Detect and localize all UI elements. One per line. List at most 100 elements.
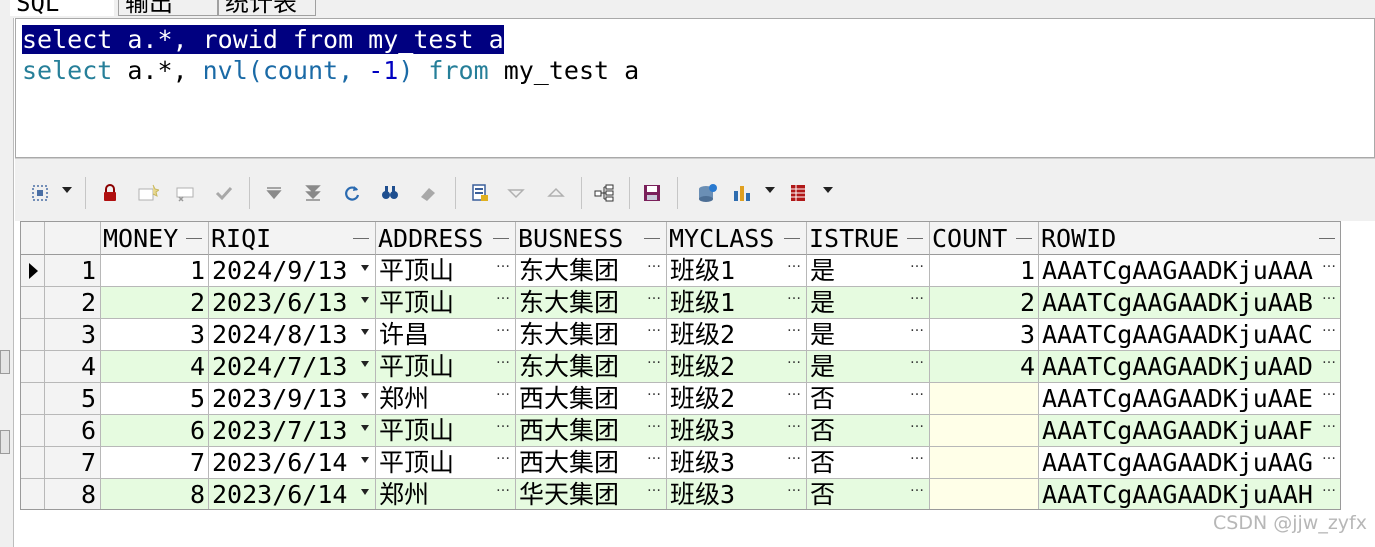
- table-row[interactable]: 6 6 2023/7/13 平顶山… 西大集团… 班级3… 否… AAATCgAAGAADKj…: [21, 415, 1340, 447]
- cell-istrue[interactable]: 否…: [807, 415, 930, 447]
- ellipsis-edit-icon[interactable]: …: [787, 383, 801, 407]
- dropdown-arrow-icon[interactable]: [361, 361, 369, 367]
- ellipsis-edit-icon[interactable]: …: [1322, 383, 1336, 407]
- cell-money[interactable]: 5: [101, 383, 209, 415]
- cell-riqi[interactable]: 2023/7/13: [209, 415, 376, 447]
- splitter-handle[interactable]: [0, 350, 10, 374]
- column-header-address[interactable]: ADDRESS: [376, 222, 516, 255]
- sql-line-2[interactable]: select a.*, nvl(count, -1) from my_test …: [22, 56, 639, 86]
- row-number[interactable]: 2: [45, 287, 101, 319]
- row-indicator[interactable]: [21, 351, 45, 383]
- tab-output[interactable]: 输出: [118, 0, 218, 16]
- cell-rowid[interactable]: AAATCgAAGAADKjuAAG…: [1039, 447, 1340, 479]
- ellipsis-edit-icon[interactable]: …: [1322, 255, 1336, 279]
- cell-count[interactable]: [930, 383, 1039, 415]
- cell-rowid[interactable]: AAATCgAAGAADKjuAAB…: [1039, 287, 1340, 319]
- ellipsis-edit-icon[interactable]: …: [910, 479, 924, 503]
- ellipsis-edit-icon[interactable]: …: [647, 351, 661, 375]
- cell-address[interactable]: 郑州…: [376, 479, 516, 509]
- ellipsis-edit-icon[interactable]: …: [1322, 479, 1336, 503]
- ellipsis-edit-icon[interactable]: …: [1322, 351, 1336, 375]
- results-grid[interactable]: MONEY RIQI ADDRESS BUSNESS MYCLASS ISTRU…: [20, 221, 1341, 510]
- row-number[interactable]: 6: [45, 415, 101, 447]
- splitter-handle-2[interactable]: [0, 430, 10, 454]
- cell-address[interactable]: 许昌…: [376, 319, 516, 351]
- column-header-count[interactable]: COUNT: [930, 222, 1039, 255]
- find-icon[interactable]: [379, 182, 401, 204]
- chevron-down-icon[interactable]: [765, 187, 775, 193]
- cell-rowid[interactable]: AAATCgAAGAADKjuAAD…: [1039, 351, 1340, 383]
- table-row[interactable]: 2 2 2023/6/13 平顶山… 东大集团… 班级1… 是… 2 AAATCgAAGAADK…: [21, 287, 1340, 319]
- cell-rowid[interactable]: AAATCgAAGAADKjuAAF…: [1039, 415, 1340, 447]
- column-header-istrue[interactable]: ISTRUE: [807, 222, 930, 255]
- cell-istrue[interactable]: 是…: [807, 287, 930, 319]
- export-tree-icon[interactable]: [593, 182, 615, 204]
- cell-riqi[interactable]: 2023/6/13: [209, 287, 376, 319]
- cell-myclass[interactable]: 班级3…: [667, 415, 807, 447]
- cell-count[interactable]: [930, 415, 1039, 447]
- ellipsis-edit-icon[interactable]: …: [647, 447, 661, 471]
- resize-grip-icon[interactable]: [907, 238, 923, 239]
- filter-icon[interactable]: [505, 182, 527, 204]
- ellipsis-edit-icon[interactable]: …: [910, 447, 924, 471]
- cell-riqi[interactable]: 2023/9/13: [209, 383, 376, 415]
- table-row[interactable]: 5 5 2023/9/13 郑州… 西大集团… 班级2… 否… AAATCgAAGAADKju…: [21, 383, 1340, 415]
- table-row[interactable]: 4 4 2024/7/13 平顶山… 东大集团… 班级2… 是… 4 AAATCgAAGAADK…: [21, 351, 1340, 383]
- resize-grip-icon[interactable]: [644, 238, 660, 239]
- table-row[interactable]: 3 3 2024/8/13 许昌… 东大集团… 班级2… 是… 3 AAATCgAAGAADKj…: [21, 319, 1340, 351]
- cell-money[interactable]: 3: [101, 319, 209, 351]
- cell-busness[interactable]: 东大集团…: [516, 255, 667, 287]
- cell-busness[interactable]: 东大集团…: [516, 351, 667, 383]
- dropdown-arrow-icon[interactable]: [361, 265, 369, 271]
- row-number[interactable]: 8: [45, 479, 101, 509]
- ellipsis-edit-icon[interactable]: …: [910, 383, 924, 407]
- ellipsis-edit-icon[interactable]: …: [496, 319, 510, 343]
- cell-money[interactable]: 7: [101, 447, 209, 479]
- column-header-money[interactable]: MONEY: [101, 222, 209, 255]
- ellipsis-edit-icon[interactable]: …: [496, 479, 510, 503]
- grid-view-icon[interactable]: [787, 182, 809, 204]
- resize-grip-icon[interactable]: [186, 238, 202, 239]
- chevron-down-icon[interactable]: [823, 187, 833, 193]
- resize-grip-icon[interactable]: [1016, 238, 1032, 239]
- cell-rowid[interactable]: AAATCgAAGAADKjuAAA…: [1039, 255, 1340, 287]
- column-header-busness[interactable]: BUSNESS: [516, 222, 667, 255]
- cell-money[interactable]: 4: [101, 351, 209, 383]
- column-header-riqi[interactable]: RIQI: [209, 222, 376, 255]
- ellipsis-edit-icon[interactable]: …: [496, 287, 510, 311]
- ellipsis-edit-icon[interactable]: …: [647, 383, 661, 407]
- ellipsis-edit-icon[interactable]: …: [1322, 319, 1336, 343]
- cell-riqi[interactable]: 2023/6/14: [209, 479, 376, 509]
- ellipsis-edit-icon[interactable]: …: [787, 447, 801, 471]
- cell-riqi[interactable]: 2024/9/13: [209, 255, 376, 287]
- row-number[interactable]: 1: [45, 255, 101, 287]
- row-indicator[interactable]: [21, 415, 45, 447]
- cell-myclass[interactable]: 班级3…: [667, 447, 807, 479]
- cell-count[interactable]: 3: [930, 319, 1039, 351]
- cell-istrue[interactable]: 否…: [807, 479, 930, 509]
- dropdown-arrow-icon[interactable]: [361, 329, 369, 335]
- ellipsis-edit-icon[interactable]: …: [496, 383, 510, 407]
- ellipsis-edit-icon[interactable]: …: [496, 351, 510, 375]
- row-number[interactable]: 7: [45, 447, 101, 479]
- chevron-down-icon[interactable]: [62, 187, 72, 193]
- ellipsis-edit-icon[interactable]: …: [910, 319, 924, 343]
- cell-riqi[interactable]: 2023/6/14: [209, 447, 376, 479]
- cell-busness[interactable]: 东大集团…: [516, 319, 667, 351]
- ellipsis-edit-icon[interactable]: …: [787, 415, 801, 439]
- save-icon[interactable]: [641, 182, 663, 204]
- cell-istrue[interactable]: 是…: [807, 319, 930, 351]
- ellipsis-edit-icon[interactable]: …: [787, 479, 801, 503]
- cell-money[interactable]: 2: [101, 287, 209, 319]
- resize-grip-icon[interactable]: [784, 238, 800, 239]
- ellipsis-edit-icon[interactable]: …: [647, 479, 661, 503]
- cell-myclass[interactable]: 班级1…: [667, 255, 807, 287]
- last-page-icon[interactable]: [302, 182, 324, 204]
- ellipsis-edit-icon[interactable]: …: [910, 287, 924, 311]
- cell-myclass[interactable]: 班级3…: [667, 479, 807, 509]
- cell-count[interactable]: 1: [930, 255, 1039, 287]
- cell-address[interactable]: 平顶山…: [376, 447, 516, 479]
- ellipsis-edit-icon[interactable]: …: [787, 255, 801, 279]
- cell-myclass[interactable]: 班级2…: [667, 319, 807, 351]
- ellipsis-edit-icon[interactable]: …: [647, 287, 661, 311]
